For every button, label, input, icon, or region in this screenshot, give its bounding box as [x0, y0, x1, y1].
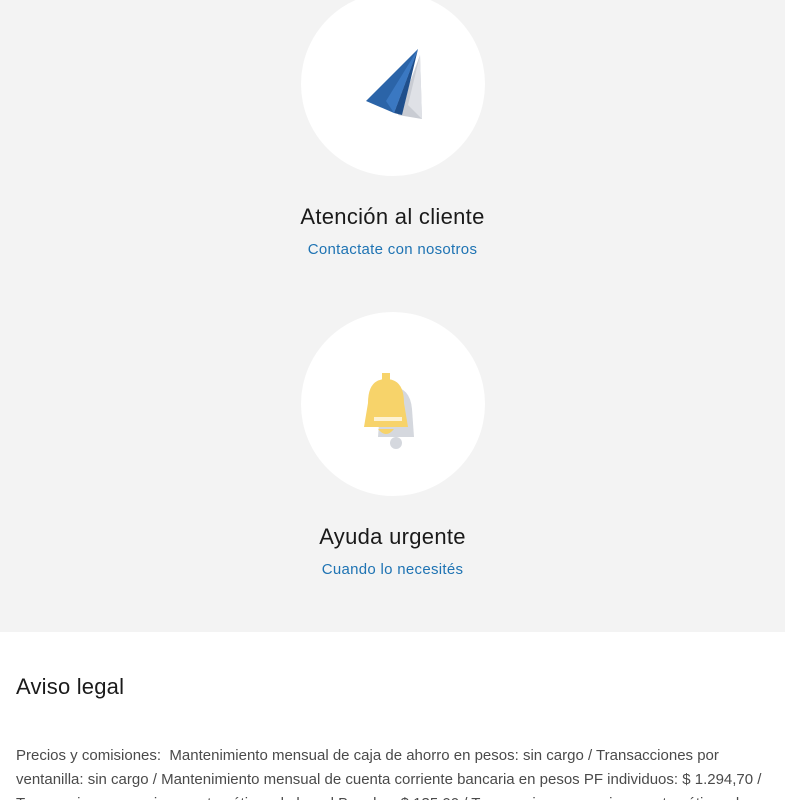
- icon-circle: [300, 312, 485, 496]
- pricing-label: Precios y comisiones: [16, 747, 157, 764]
- support-card-customer-service: Atención al cliente Contactate con nosot…: [0, 0, 785, 260]
- support-card-urgent-help: Ayuda urgente Cuando lo necesités: [0, 312, 785, 580]
- card-title: Ayuda urgente: [319, 524, 466, 549]
- card-title: Atención al cliente: [300, 204, 485, 229]
- support-section: Atención al cliente Contactate con nosot…: [0, 0, 785, 632]
- legal-section: Aviso legal Precios y comisiones: Manten…: [0, 632, 785, 800]
- pricing-separator: :: [156, 747, 162, 764]
- bell-icon: [363, 373, 414, 449]
- contact-us-link[interactable]: Contactate con nosotros: [308, 240, 478, 260]
- page: Atención al cliente Contactate con nosot…: [0, 0, 785, 800]
- icon-circle: [300, 0, 485, 176]
- urgent-help-link[interactable]: Cuando lo necesités: [322, 560, 464, 580]
- legal-text: Precios y comisiones: Mantenimiento mens…: [16, 744, 771, 800]
- paper-plane-icon: [365, 49, 422, 119]
- legal-title: Aviso legal: [16, 674, 125, 699]
